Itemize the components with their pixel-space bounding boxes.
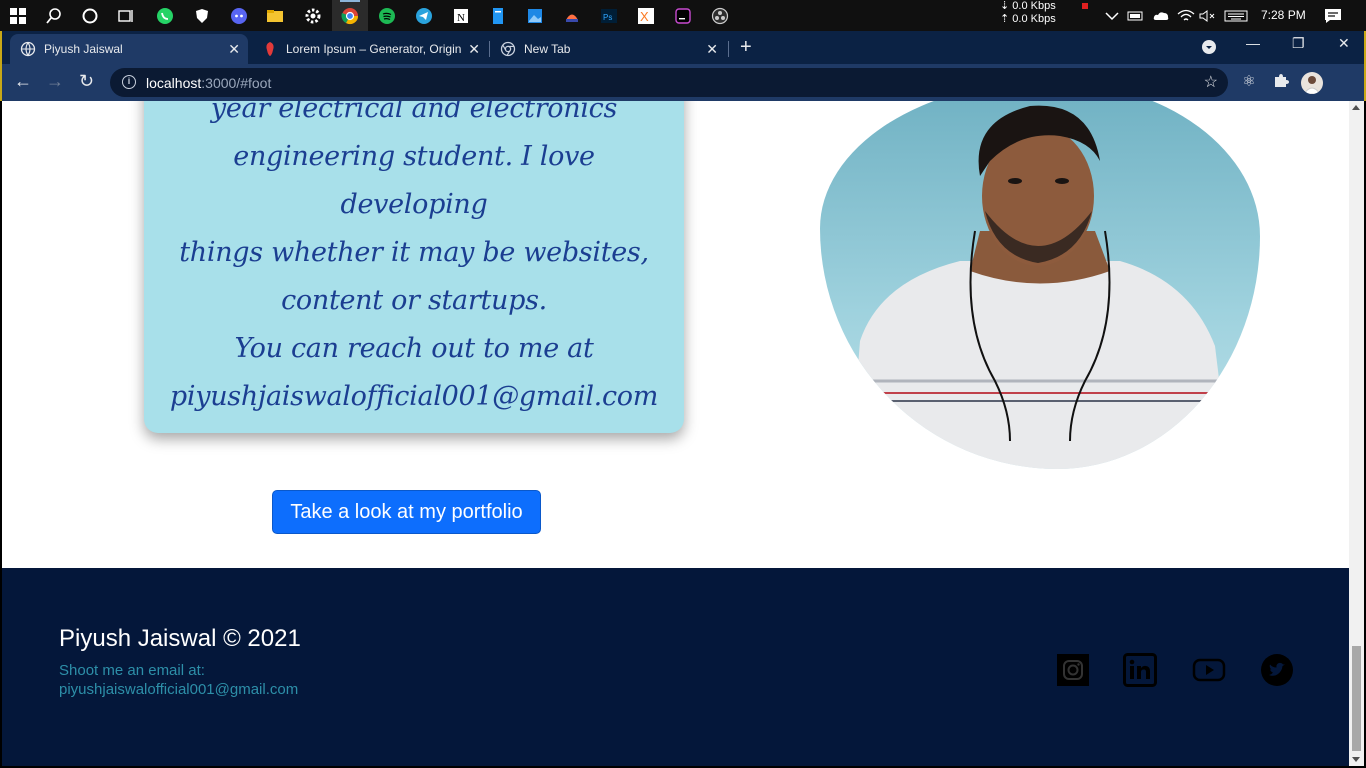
windows-start-icon[interactable] xyxy=(0,0,36,31)
bookmark-star-icon[interactable]: ☆ xyxy=(1204,72,1218,92)
tab-title: New Tab xyxy=(524,42,571,56)
react-devtools-icon[interactable]: ⚛ xyxy=(1239,72,1259,92)
settings-gear-icon[interactable] xyxy=(295,0,331,31)
browser-toolbar: ← → ↻ i localhost:3000/#foot ☆ ⚛ xyxy=(2,64,1364,101)
notifications-icon[interactable] xyxy=(1324,0,1342,31)
tab-new-tab[interactable]: New Tab ✕ xyxy=(490,34,726,64)
about-line: year electrical and electronics xyxy=(210,101,618,124)
browser-chrome: Piyush Jaiswal ✕ Lorem Ipsum – Generator… xyxy=(0,31,1366,101)
task-view-icon[interactable] xyxy=(108,0,144,31)
windows-taskbar: N Ps X ⇣ 0.0 Kbps ⇡ 0.0 Kbps 7:28 PM xyxy=(0,0,1366,31)
shield-icon[interactable] xyxy=(184,0,220,31)
onedrive-cloud-icon[interactable] xyxy=(1152,0,1170,31)
footer-email-label: Shoot me an email at: xyxy=(59,662,205,679)
wifi-icon[interactable] xyxy=(1177,0,1195,31)
svg-text:N: N xyxy=(457,12,465,24)
url-path: :3000/#foot xyxy=(201,74,272,91)
about-line: things whether it may be websites, xyxy=(179,237,649,268)
twitter-icon[interactable] xyxy=(1260,653,1294,687)
spotify-icon[interactable] xyxy=(369,0,405,31)
notion-icon[interactable]: N xyxy=(443,0,479,31)
close-tab-icon[interactable]: ✕ xyxy=(228,41,240,58)
scroll-up-arrow-icon[interactable] xyxy=(1352,105,1360,110)
whatsapp-icon[interactable] xyxy=(147,0,183,31)
clock[interactable]: 7:28 PM xyxy=(1261,8,1306,22)
keyboard-icon[interactable] xyxy=(1224,0,1248,31)
tab-lorem-ipsum[interactable]: Lorem Ipsum – Generator, Origin ✕ xyxy=(252,34,488,64)
tab-piyush-jaiswal[interactable]: Piyush Jaiswal ✕ xyxy=(10,34,248,64)
lorem-ipsum-favicon-icon xyxy=(266,42,274,56)
download-speed: ⇣ 0.0 Kbps xyxy=(1000,0,1056,12)
new-tab-plus-icon[interactable]: + xyxy=(740,37,752,57)
cortana-icon[interactable] xyxy=(72,0,108,31)
upload-speed: ⇡ 0.0 Kbps xyxy=(1000,13,1056,25)
about-text: year electrical and electronics engineer… xyxy=(164,101,664,421)
footer-email-block: Shoot me an email at: piyushjaiswaloffic… xyxy=(59,661,298,699)
about-line: piyushjaiswalofficial001@gmail.com xyxy=(169,381,659,412)
tab-search-icon[interactable] xyxy=(1201,39,1217,58)
url-host: localhost xyxy=(146,74,202,91)
chrome-icon xyxy=(500,41,516,57)
close-tab-icon[interactable]: ✕ xyxy=(468,41,480,58)
vertical-scrollbar[interactable] xyxy=(1349,101,1364,766)
portfolio-button[interactable]: Take a look at my portfolio xyxy=(272,490,541,534)
reload-icon[interactable]: ↻ xyxy=(79,72,94,90)
footer-copyright: Piyush Jaiswal © 2021 xyxy=(59,625,301,652)
xampp-icon[interactable]: X xyxy=(628,0,664,31)
app-icon[interactable] xyxy=(554,0,590,31)
telegram-icon[interactable] xyxy=(406,0,442,31)
discord-icon[interactable] xyxy=(221,0,257,31)
about-line: content or startups. xyxy=(281,285,547,316)
photos-icon[interactable] xyxy=(517,0,553,31)
network-speed: ⇣ 0.0 Kbps ⇡ 0.0 Kbps xyxy=(1000,0,1060,26)
about-card: year electrical and electronics engineer… xyxy=(144,101,684,433)
chevron-up-icon[interactable] xyxy=(1105,0,1119,31)
tab-title: Piyush Jaiswal xyxy=(44,42,123,56)
footer: Piyush Jaiswal © 2021 Shoot me an email … xyxy=(2,568,1349,766)
chrome-taskbar-icon[interactable] xyxy=(332,0,368,31)
photoshop-icon[interactable]: Ps xyxy=(591,0,627,31)
about-line: You can reach out to me at xyxy=(234,333,594,364)
tab-separator xyxy=(728,41,729,57)
terminal-icon[interactable] xyxy=(665,0,701,31)
close-window-icon[interactable]: ✕ xyxy=(1338,35,1350,52)
address-bar[interactable]: i localhost:3000/#foot ☆ xyxy=(110,68,1228,97)
extensions-puzzle-icon[interactable] xyxy=(1271,72,1291,92)
back-arrow-icon[interactable]: ← xyxy=(14,72,32,90)
page-viewport: year electrical and electronics engineer… xyxy=(2,101,1364,766)
close-tab-icon[interactable]: ✕ xyxy=(706,41,718,58)
tab-title: Lorem Ipsum – Generator, Origin xyxy=(286,42,462,56)
svg-text:X: X xyxy=(640,9,649,24)
restore-icon[interactable]: ❐ xyxy=(1292,35,1305,52)
linkedin-icon[interactable] xyxy=(1123,653,1157,687)
battery-icon[interactable] xyxy=(1127,0,1145,31)
instagram-icon[interactable] xyxy=(1056,653,1090,687)
file-explorer-icon[interactable] xyxy=(257,0,293,31)
forward-arrow-icon[interactable]: → xyxy=(46,72,64,90)
profile-avatar[interactable] xyxy=(1301,72,1323,94)
obs-icon[interactable] xyxy=(702,0,738,31)
site-info-icon[interactable]: i xyxy=(122,75,136,89)
globe-icon xyxy=(20,41,36,57)
minimize-icon[interactable]: — xyxy=(1246,35,1260,51)
about-line: engineering student. I love developing xyxy=(233,141,595,220)
search-icon[interactable] xyxy=(36,0,72,31)
svg-text:Ps: Ps xyxy=(603,13,612,22)
youtube-icon[interactable] xyxy=(1192,653,1226,687)
footer-email-link[interactable]: piyushjaiswalofficial001@gmail.com xyxy=(59,680,298,699)
notification-dot-icon xyxy=(1082,3,1088,9)
scroll-down-arrow-icon[interactable] xyxy=(1352,757,1360,762)
scrollbar-thumb[interactable] xyxy=(1352,646,1361,751)
document-icon[interactable] xyxy=(480,0,516,31)
tab-strip: Piyush Jaiswal ✕ Lorem Ipsum – Generator… xyxy=(2,31,1364,64)
volume-muted-icon[interactable] xyxy=(1198,0,1216,31)
profile-photo xyxy=(820,101,1260,469)
